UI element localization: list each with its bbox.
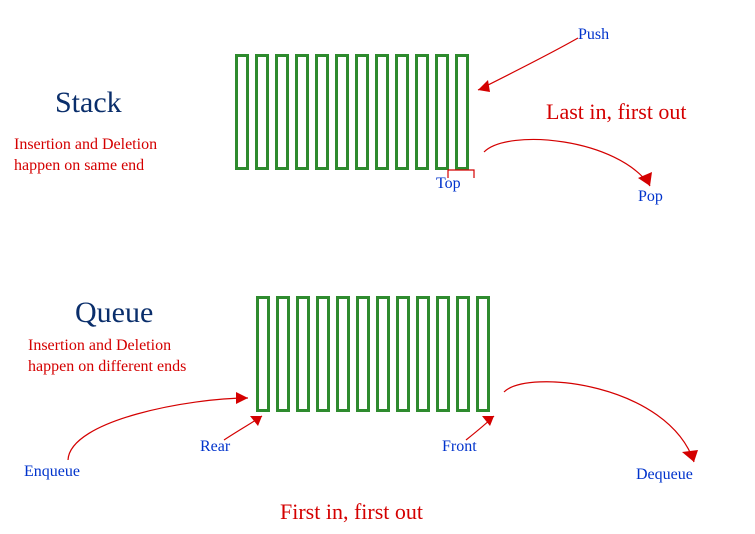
queue-bar bbox=[356, 296, 370, 412]
stack-title: Stack bbox=[55, 86, 122, 120]
dequeue-arrow-icon bbox=[498, 364, 708, 474]
queue-bar bbox=[316, 296, 330, 412]
push-arrow-icon bbox=[470, 34, 610, 104]
stack-bar bbox=[275, 54, 289, 170]
stack-bar bbox=[355, 54, 369, 170]
stack-bar bbox=[255, 54, 269, 170]
stack-bar bbox=[295, 54, 309, 170]
queue-bar bbox=[476, 296, 490, 412]
queue-bar bbox=[376, 296, 390, 412]
queue-bar bbox=[296, 296, 310, 412]
queue-bar bbox=[396, 296, 410, 412]
stack-bars bbox=[235, 54, 469, 170]
queue-title: Queue bbox=[75, 296, 153, 330]
queue-bar bbox=[456, 296, 470, 412]
queue-bar bbox=[436, 296, 450, 412]
pop-arrow-icon bbox=[478, 124, 668, 204]
queue-bar bbox=[416, 296, 430, 412]
queue-principle: First in, first out bbox=[280, 498, 423, 527]
stack-bar bbox=[395, 54, 409, 170]
queue-bars bbox=[256, 296, 490, 412]
stack-bar bbox=[315, 54, 329, 170]
stack-bar bbox=[235, 54, 249, 170]
queue-bar bbox=[276, 296, 290, 412]
stack-caption: Insertion and Deletion happen on same en… bbox=[14, 135, 157, 177]
stack-bar bbox=[375, 54, 389, 170]
queue-caption: Insertion and Deletion happen on differe… bbox=[28, 336, 186, 378]
stack-bar bbox=[435, 54, 449, 170]
stack-bar bbox=[335, 54, 349, 170]
rear-arrow-icon bbox=[220, 412, 280, 448]
stack-bar bbox=[415, 54, 429, 170]
queue-bar bbox=[336, 296, 350, 412]
top-arrow-icon bbox=[444, 168, 484, 182]
stack-bar bbox=[455, 54, 469, 170]
